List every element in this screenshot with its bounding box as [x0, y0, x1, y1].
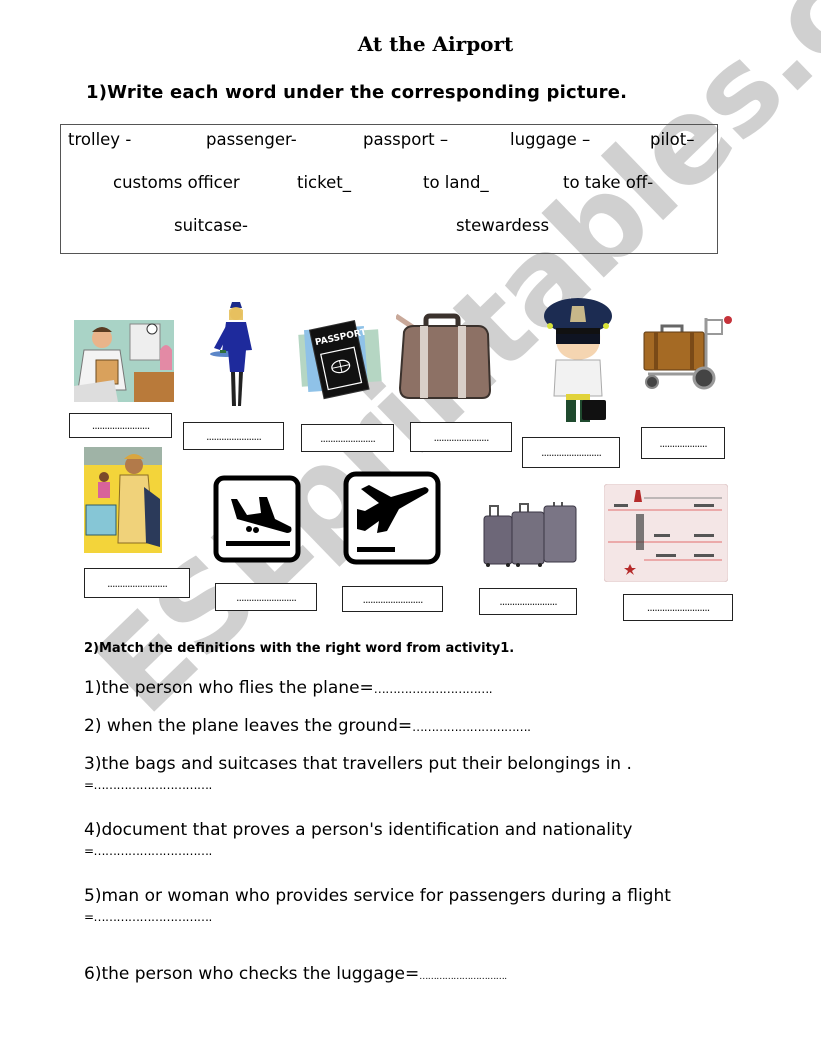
definition-text: 5)man or woman who provides service for …	[84, 886, 671, 906]
answer-box-7[interactable]: ........................	[84, 568, 190, 598]
definition-5: 5)man or woman who provides service for …	[84, 886, 671, 924]
answer-box-5[interactable]: ........................	[522, 437, 620, 468]
stewardess-picture	[210, 300, 265, 408]
landing-sign-picture	[213, 475, 301, 563]
answer-blank[interactable]: =………………………….	[84, 844, 632, 858]
definition-2: 2) when the plane leaves the ground=……………	[84, 716, 531, 736]
definition-text: 6)the person who checks the luggage=	[84, 964, 420, 984]
answer-blank[interactable]: ………………………….	[412, 720, 531, 734]
definition-text: 4)document that proves a person's identi…	[84, 820, 633, 840]
worksheet-title: At the Airport	[357, 32, 514, 56]
definition-6: 6)the person who checks the luggage=……………	[84, 964, 507, 984]
definition-text: 2) when the plane leaves the ground=	[84, 716, 413, 736]
answer-blank[interactable]: =………………………….	[84, 910, 671, 924]
word-ticket: ticket_	[297, 173, 351, 192]
definition-1: 1)the person who flies the plane=……………………	[84, 678, 493, 698]
word-luggage: luggage –	[510, 130, 591, 149]
definition-3: 3)the bags and suitcases that travellers…	[84, 754, 632, 792]
answer-box-2[interactable]: ......................	[183, 422, 284, 450]
activity1-instruction: 1)Write each word under the correspondin…	[86, 82, 628, 103]
answer-box-8[interactable]: ........................	[215, 583, 317, 611]
answer-box-1[interactable]: .......................	[69, 413, 172, 438]
answer-box-10[interactable]: .......................	[479, 588, 577, 615]
word-suitcase: suitcase-	[174, 216, 248, 235]
answer-blank[interactable]: ………………………….	[374, 682, 493, 696]
word-to-land: to land_	[423, 173, 489, 192]
customs-officer-picture	[74, 320, 174, 402]
answer-box-11[interactable]: .........................	[623, 594, 733, 621]
ticket-picture	[603, 483, 729, 583]
word-passenger: passenger-	[206, 130, 297, 149]
word-stewardess: stewardess	[456, 216, 550, 235]
word-passport: passport –	[363, 130, 449, 149]
answer-box-3[interactable]: ......................	[301, 424, 394, 452]
answer-box-4[interactable]: ......................	[410, 422, 512, 452]
word-bank: trolley - passenger- passport – luggage …	[60, 124, 718, 254]
word-customs-officer: customs officer	[113, 173, 240, 192]
trolley-picture	[640, 312, 734, 392]
definition-4: 4)document that proves a person's identi…	[84, 820, 632, 858]
activity2-instruction: 2)Match the definitions with the right w…	[84, 641, 515, 656]
word-trolley: trolley -	[68, 130, 132, 149]
answer-box-6[interactable]: ...................	[641, 427, 725, 459]
takeoff-sign-picture	[343, 471, 441, 565]
answer-blank[interactable]: ………………………….	[419, 972, 507, 982]
word-pilot: pilot–	[650, 130, 695, 149]
definition-text: 1)the person who flies the plane=	[84, 678, 374, 698]
passport-picture: PASSPORT	[296, 318, 388, 400]
suitcase-picture	[394, 312, 492, 404]
passenger-picture	[84, 447, 162, 553]
pilot-picture	[542, 296, 614, 426]
word-to-take-off: to take off-	[563, 173, 654, 192]
answer-box-9[interactable]: ........................	[342, 586, 443, 612]
definition-text: 3)the bags and suitcases that travellers…	[84, 754, 632, 774]
luggage-set-picture	[482, 499, 578, 568]
answer-blank[interactable]: =………………………….	[84, 778, 632, 792]
